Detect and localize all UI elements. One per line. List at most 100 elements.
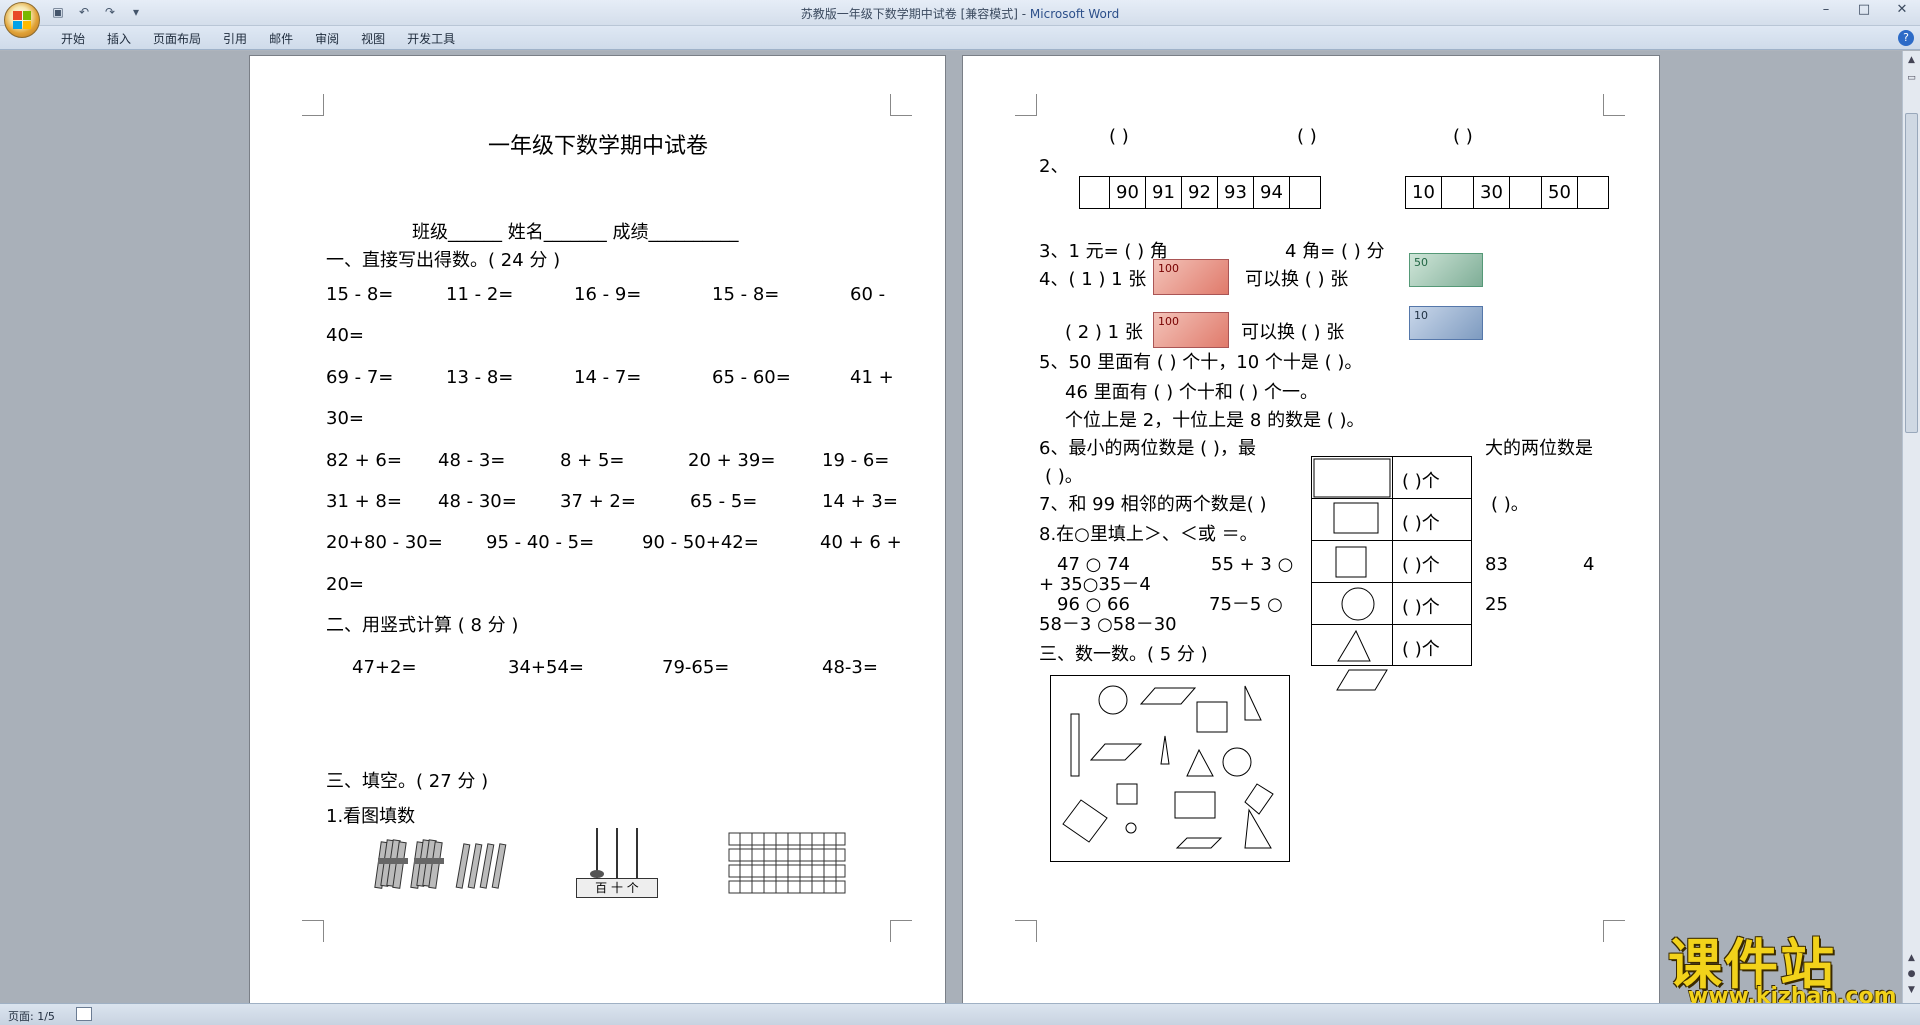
app-name: Microsoft Word [1029,7,1120,21]
watermark-logo: 课件站 www.kjzhan.com [1668,920,1908,1009]
office-button[interactable] [4,2,40,38]
compare-problem: 96 ○ 66 [1057,594,1130,615]
seq-cell [1442,177,1474,208]
compare-problem: + 35○35－4 [1039,574,1151,595]
office-logo-icon [13,11,31,29]
document-page-2: ( ) ( ) ( ) 2、 90 91 92 93 94 10 30 50 3… [962,55,1660,1003]
compare-problem: 47 ○ 74 [1057,554,1130,575]
problem: 40= [326,325,364,346]
problem: 60 - [850,284,886,305]
question-5b: 46 里面有 ( ) 个十和 ( ) 个一。 [1065,382,1319,403]
question-5a: 5、50 里面有 ( ) 个十，10 个十是 ( )。 [1039,352,1363,373]
document-title: 苏教版一年级下数学期中试卷 [兼容模式] - [800,7,1030,21]
tab-references[interactable]: 引用 [212,30,258,48]
number-sequence-2: 10 30 50 [1405,176,1609,209]
question-3a: 3、1 元= ( ) 角 [1039,241,1168,262]
margin-marker [1015,94,1037,116]
document-workspace: 一年级下数学期中试卷 班级______ 姓名_______ 成绩________… [0,51,1902,1003]
square-grid-image [728,832,846,894]
problem: 48 - 30= [438,491,517,512]
tab-mailings[interactable]: 邮件 [258,30,304,48]
banknote-value: 50 [1414,256,1428,269]
compare-problem: 75－5 ○ [1209,594,1283,615]
compare-problem: 83 [1485,554,1508,575]
problem: 20= [326,574,364,595]
help-icon[interactable]: ? [1898,30,1914,46]
problem: 14 - 7= [574,367,642,388]
abacus-image: 百 十 个 [576,828,658,898]
minimize-icon[interactable]: – [1814,2,1838,17]
compare-problem: 58－3 ○58－30 [1039,614,1177,635]
question-5c: 个位上是 2，十位上是 8 的数是 ( )。 [1065,410,1365,431]
tab-view[interactable]: 视图 [350,30,396,48]
problem: 90 - 50+42= [642,532,759,553]
section-2-heading: 二、用竖式计算 ( 8 分 ) [326,615,519,636]
problem: 34+54= [508,657,584,678]
question-6c: ( )。 [1045,466,1083,487]
problem: 37 + 2= [560,491,636,512]
window-title: 苏教版一年级下数学期中试卷 [兼容模式] - Microsoft Word [0,5,1920,22]
margin-marker [890,94,912,116]
page-indicator[interactable]: 页面: 1/5 [8,1008,55,1024]
scroll-up-icon[interactable]: ▲ [1905,53,1918,67]
problem: 8 + 5= [560,450,625,471]
question-4b: ( 2 ) 1 张 [1065,322,1143,343]
parallelogram-image [1336,669,1388,691]
question-1: 1.看图填数 [326,806,416,827]
seq-cell [1578,177,1608,208]
question-6a: 6、最小的两位数是 ( )，最 [1039,438,1256,459]
scrollbar-thumb[interactable] [1905,113,1918,433]
seq-cell: 94 [1254,177,1290,208]
question-2: 2、 [1039,156,1069,177]
compare-problem: 55 + 3 ○ [1211,554,1294,575]
problem: 40 + 6 + [820,532,902,553]
seq-cell [1290,177,1320,208]
student-info-line: 班级______ 姓名_______ 成绩__________ [412,222,739,243]
answer-blank: ( ) [1109,126,1129,147]
seq-cell: 50 [1542,177,1578,208]
ruler-toggle-icon[interactable]: ▭ [1905,71,1918,85]
count-blank: ( )个 [1402,639,1440,660]
problem: 65 - 60= [712,367,791,388]
seq-cell: 93 [1218,177,1254,208]
answer-blank: ( ) [1297,126,1317,147]
count-blank: ( )个 [1402,513,1440,534]
tab-review[interactable]: 审阅 [304,30,350,48]
tab-page-layout[interactable]: 页面布局 [142,30,212,48]
problem: 48 - 3= [438,450,506,471]
question-3b: 4 角= ( ) 分 [1285,241,1385,262]
margin-marker [1603,920,1625,942]
problem: 13 - 8= [446,367,514,388]
margin-marker [302,94,324,116]
close-icon[interactable]: ✕ [1890,2,1914,17]
table-row: ( )个 [1312,541,1471,583]
proofing-icon[interactable] [76,1007,92,1021]
document-page-1: 一年级下数学期中试卷 班级______ 姓名_______ 成绩________… [249,55,946,1003]
table-row: ( )个 [1312,625,1471,667]
seq-cell: 10 [1406,177,1442,208]
question-7b: ( )。 [1491,494,1529,515]
tab-insert[interactable]: 插入 [96,30,142,48]
banknote-100-image: 100 [1153,259,1229,295]
tab-developer[interactable]: 开发工具 [396,30,466,48]
maximize-icon[interactable]: □ [1852,2,1876,17]
banknote-50-image: 50 [1409,253,1483,287]
window-controls: – □ ✕ [1814,2,1914,17]
problem: 41 + [850,367,894,388]
problem: 95 - 40 - 5= [486,532,595,553]
seq-cell: 30 [1474,177,1510,208]
problem: 69 - 7= [326,367,394,388]
problem: 65 - 5= [690,491,758,512]
problem: 82 + 6= [326,450,402,471]
banknote-100-image: 100 [1153,312,1229,348]
seq-cell: 91 [1146,177,1182,208]
compare-problem: 25 [1485,594,1508,615]
problem: 16 - 9= [574,284,642,305]
compare-problem: 4 [1583,554,1595,575]
problem: 15 - 8= [326,284,394,305]
shape-count-table: ( )个 ( )个 ( )个 ( )个 ( )个 [1311,456,1472,666]
tab-home[interactable]: 开始 [50,30,96,48]
seq-cell: 92 [1182,177,1218,208]
vertical-scrollbar[interactable]: ▲ ▭ ▲ ● ▼ [1902,51,1920,1003]
number-sequence-1: 90 91 92 93 94 [1079,176,1321,209]
